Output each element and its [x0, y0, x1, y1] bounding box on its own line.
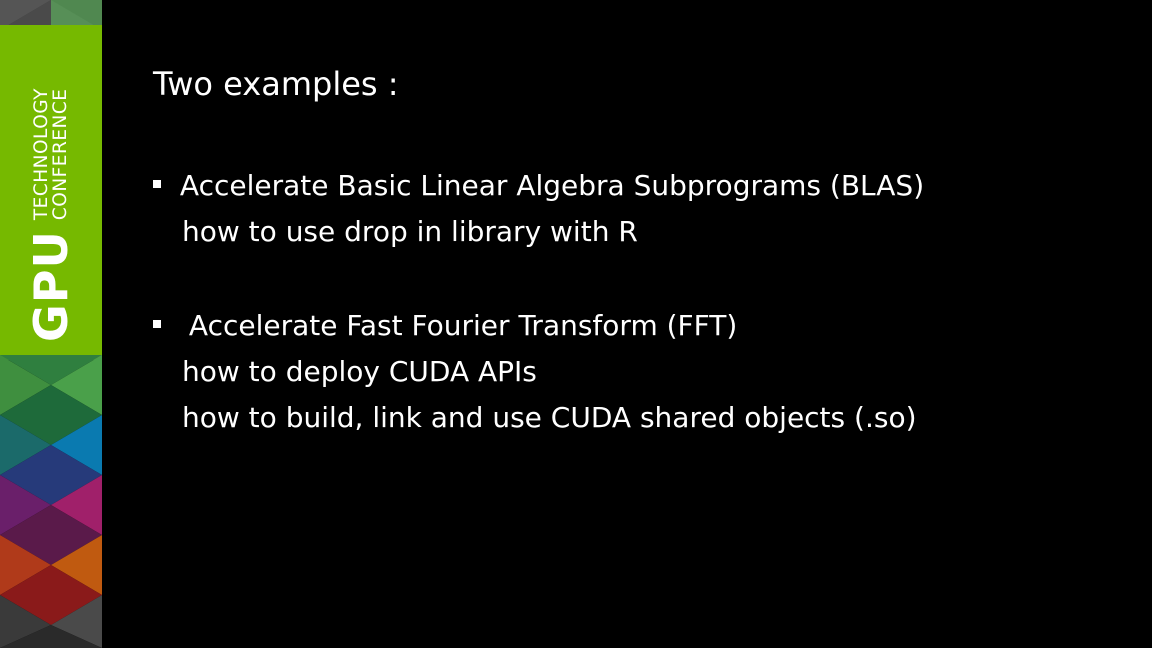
bullet-square-icon [153, 180, 161, 188]
slide-content: Two examples : Accelerate Basic Linear A… [0, 0, 1152, 648]
slide-title: Two examples : [153, 65, 399, 103]
bullet-subline: how to build, link and use CUDA shared o… [182, 401, 917, 434]
bullet-square-icon [153, 320, 161, 328]
bullet-item: Accelerate Fast Fourier Transform (FFT) [153, 308, 737, 344]
bullet-item: Accelerate Basic Linear Algebra Subprogr… [153, 168, 924, 204]
bullet-subline: how to deploy CUDA APIs [182, 355, 537, 388]
bullet-subline: how to use drop in library with R [182, 215, 638, 248]
bullet-text: Accelerate Basic Linear Algebra Subprogr… [179, 169, 925, 202]
bullet-text: Accelerate Fast Fourier Transform (FFT) [188, 309, 738, 342]
